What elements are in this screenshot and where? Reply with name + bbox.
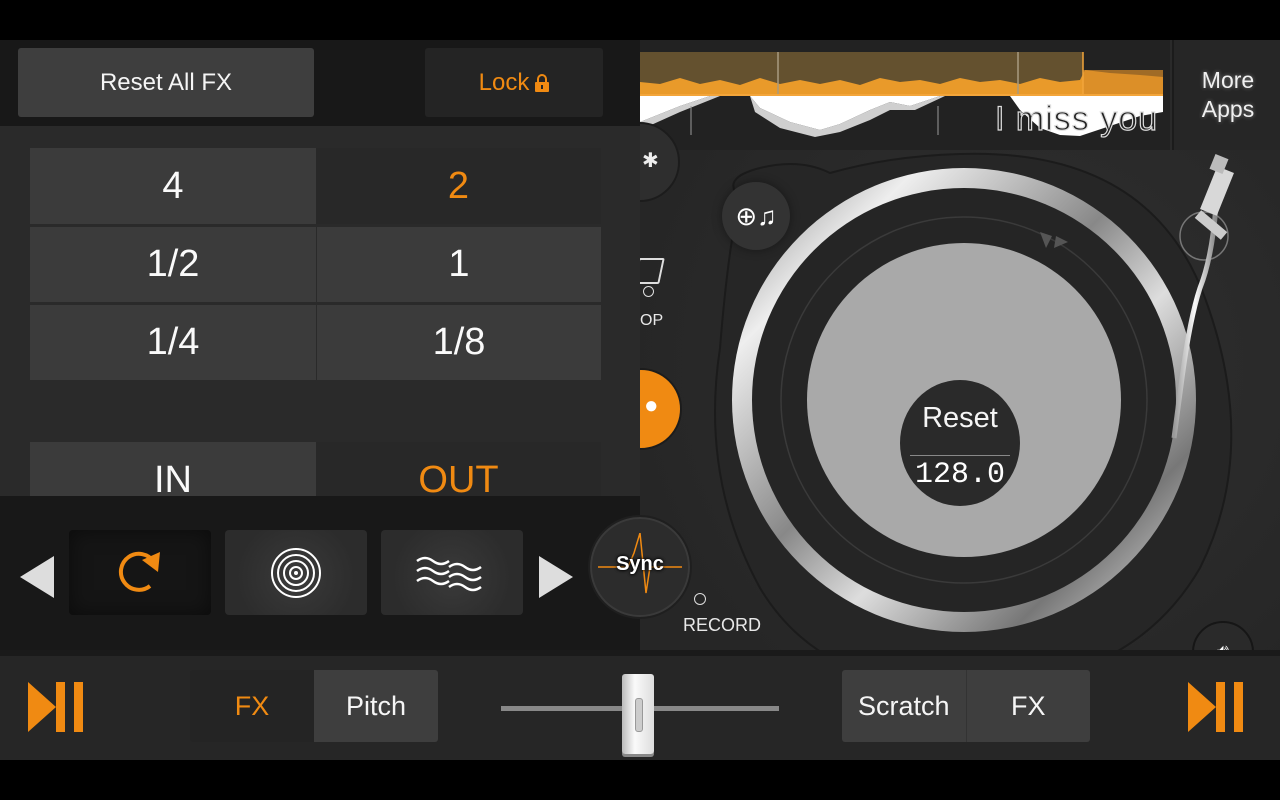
left-fx-tab[interactable]: FX — [190, 670, 314, 742]
loop-indicator — [643, 286, 654, 297]
lock-label: Lock — [478, 68, 530, 96]
padlock-icon — [535, 73, 550, 92]
more-apps-button[interactable]: More Apps — [1172, 40, 1280, 150]
left-mode-toggle: FX Pitch — [190, 670, 438, 742]
bpm-divider — [910, 455, 1010, 456]
sync-label: Sync — [616, 553, 664, 575]
loop-label: OP — [640, 312, 664, 329]
deck: ✱ OP ● RECORD ⊕♫ Reset 128.0 — [600, 122, 1280, 690]
person-icon: ● — [644, 392, 659, 419]
fx-vinyl[interactable] — [225, 530, 367, 615]
fx-panel: Reset All FX Lock 4 2 1/2 1 1/4 1/8 IN O… — [0, 40, 640, 650]
triangle-left-icon[interactable] — [20, 556, 54, 598]
beat-option-1[interactable]: 1 — [317, 227, 601, 302]
triangle-right-icon[interactable] — [539, 556, 573, 598]
vinyl-rings-icon — [271, 547, 321, 598]
bpm-readout: 128.0 — [914, 458, 1005, 492]
right-fx-tab[interactable]: FX — [965, 670, 1090, 742]
waveform-overview[interactable]: I miss you — [640, 40, 1170, 150]
reset-all-fx-button[interactable]: Reset All FX — [18, 48, 314, 117]
add-music-icon: ⊕♫ — [735, 200, 777, 231]
beat-grid: 4 2 1/2 1 1/4 1/8 IN OUT — [0, 126, 640, 518]
beat-option-1-8[interactable]: 1/8 — [317, 305, 601, 380]
gear-icon: ✱ — [642, 150, 659, 172]
fx-header: Reset All FX Lock — [0, 40, 640, 126]
beat-option-2[interactable]: 2 — [316, 148, 601, 224]
play-pause-left-icon[interactable] — [28, 682, 94, 732]
right-scratch-tab[interactable]: Scratch — [842, 670, 966, 742]
app-root: I miss you More Apps ✱ OP ● RECORD ⊕♫ Re… — [0, 40, 1280, 760]
add-music-button[interactable]: ⊕♫ — [722, 182, 790, 250]
bottom-bar: FX Pitch Scratch FX — [0, 650, 1280, 760]
beat-option-1-4[interactable]: 1/4 — [30, 305, 316, 380]
left-pitch-tab[interactable]: Pitch — [314, 670, 438, 742]
play-pause-right-icon[interactable] — [1188, 682, 1254, 732]
beat-option-1-2[interactable]: 1/2 — [30, 227, 316, 302]
fx-effects-row — [0, 496, 640, 650]
turntable-center[interactable]: Reset 128.0 — [900, 380, 1020, 506]
sync-button[interactable]: Sync — [588, 515, 692, 619]
turntable-reset-label[interactable]: Reset — [900, 402, 1020, 435]
right-mode-toggle: Scratch FX — [842, 670, 1090, 742]
crossfader-handle[interactable] — [622, 674, 654, 754]
lock-button[interactable]: Lock — [425, 48, 603, 117]
fx-waves[interactable] — [381, 530, 523, 615]
more-apps-line2: Apps — [1201, 96, 1255, 122]
more-apps-line1: More — [1201, 67, 1255, 93]
track-title: I miss you — [994, 99, 1159, 138]
beat-option-4[interactable]: 4 — [30, 148, 316, 224]
waves-icon — [416, 556, 482, 591]
fx-loop-roll[interactable] — [69, 530, 211, 615]
loop-roll-icon — [118, 551, 160, 592]
